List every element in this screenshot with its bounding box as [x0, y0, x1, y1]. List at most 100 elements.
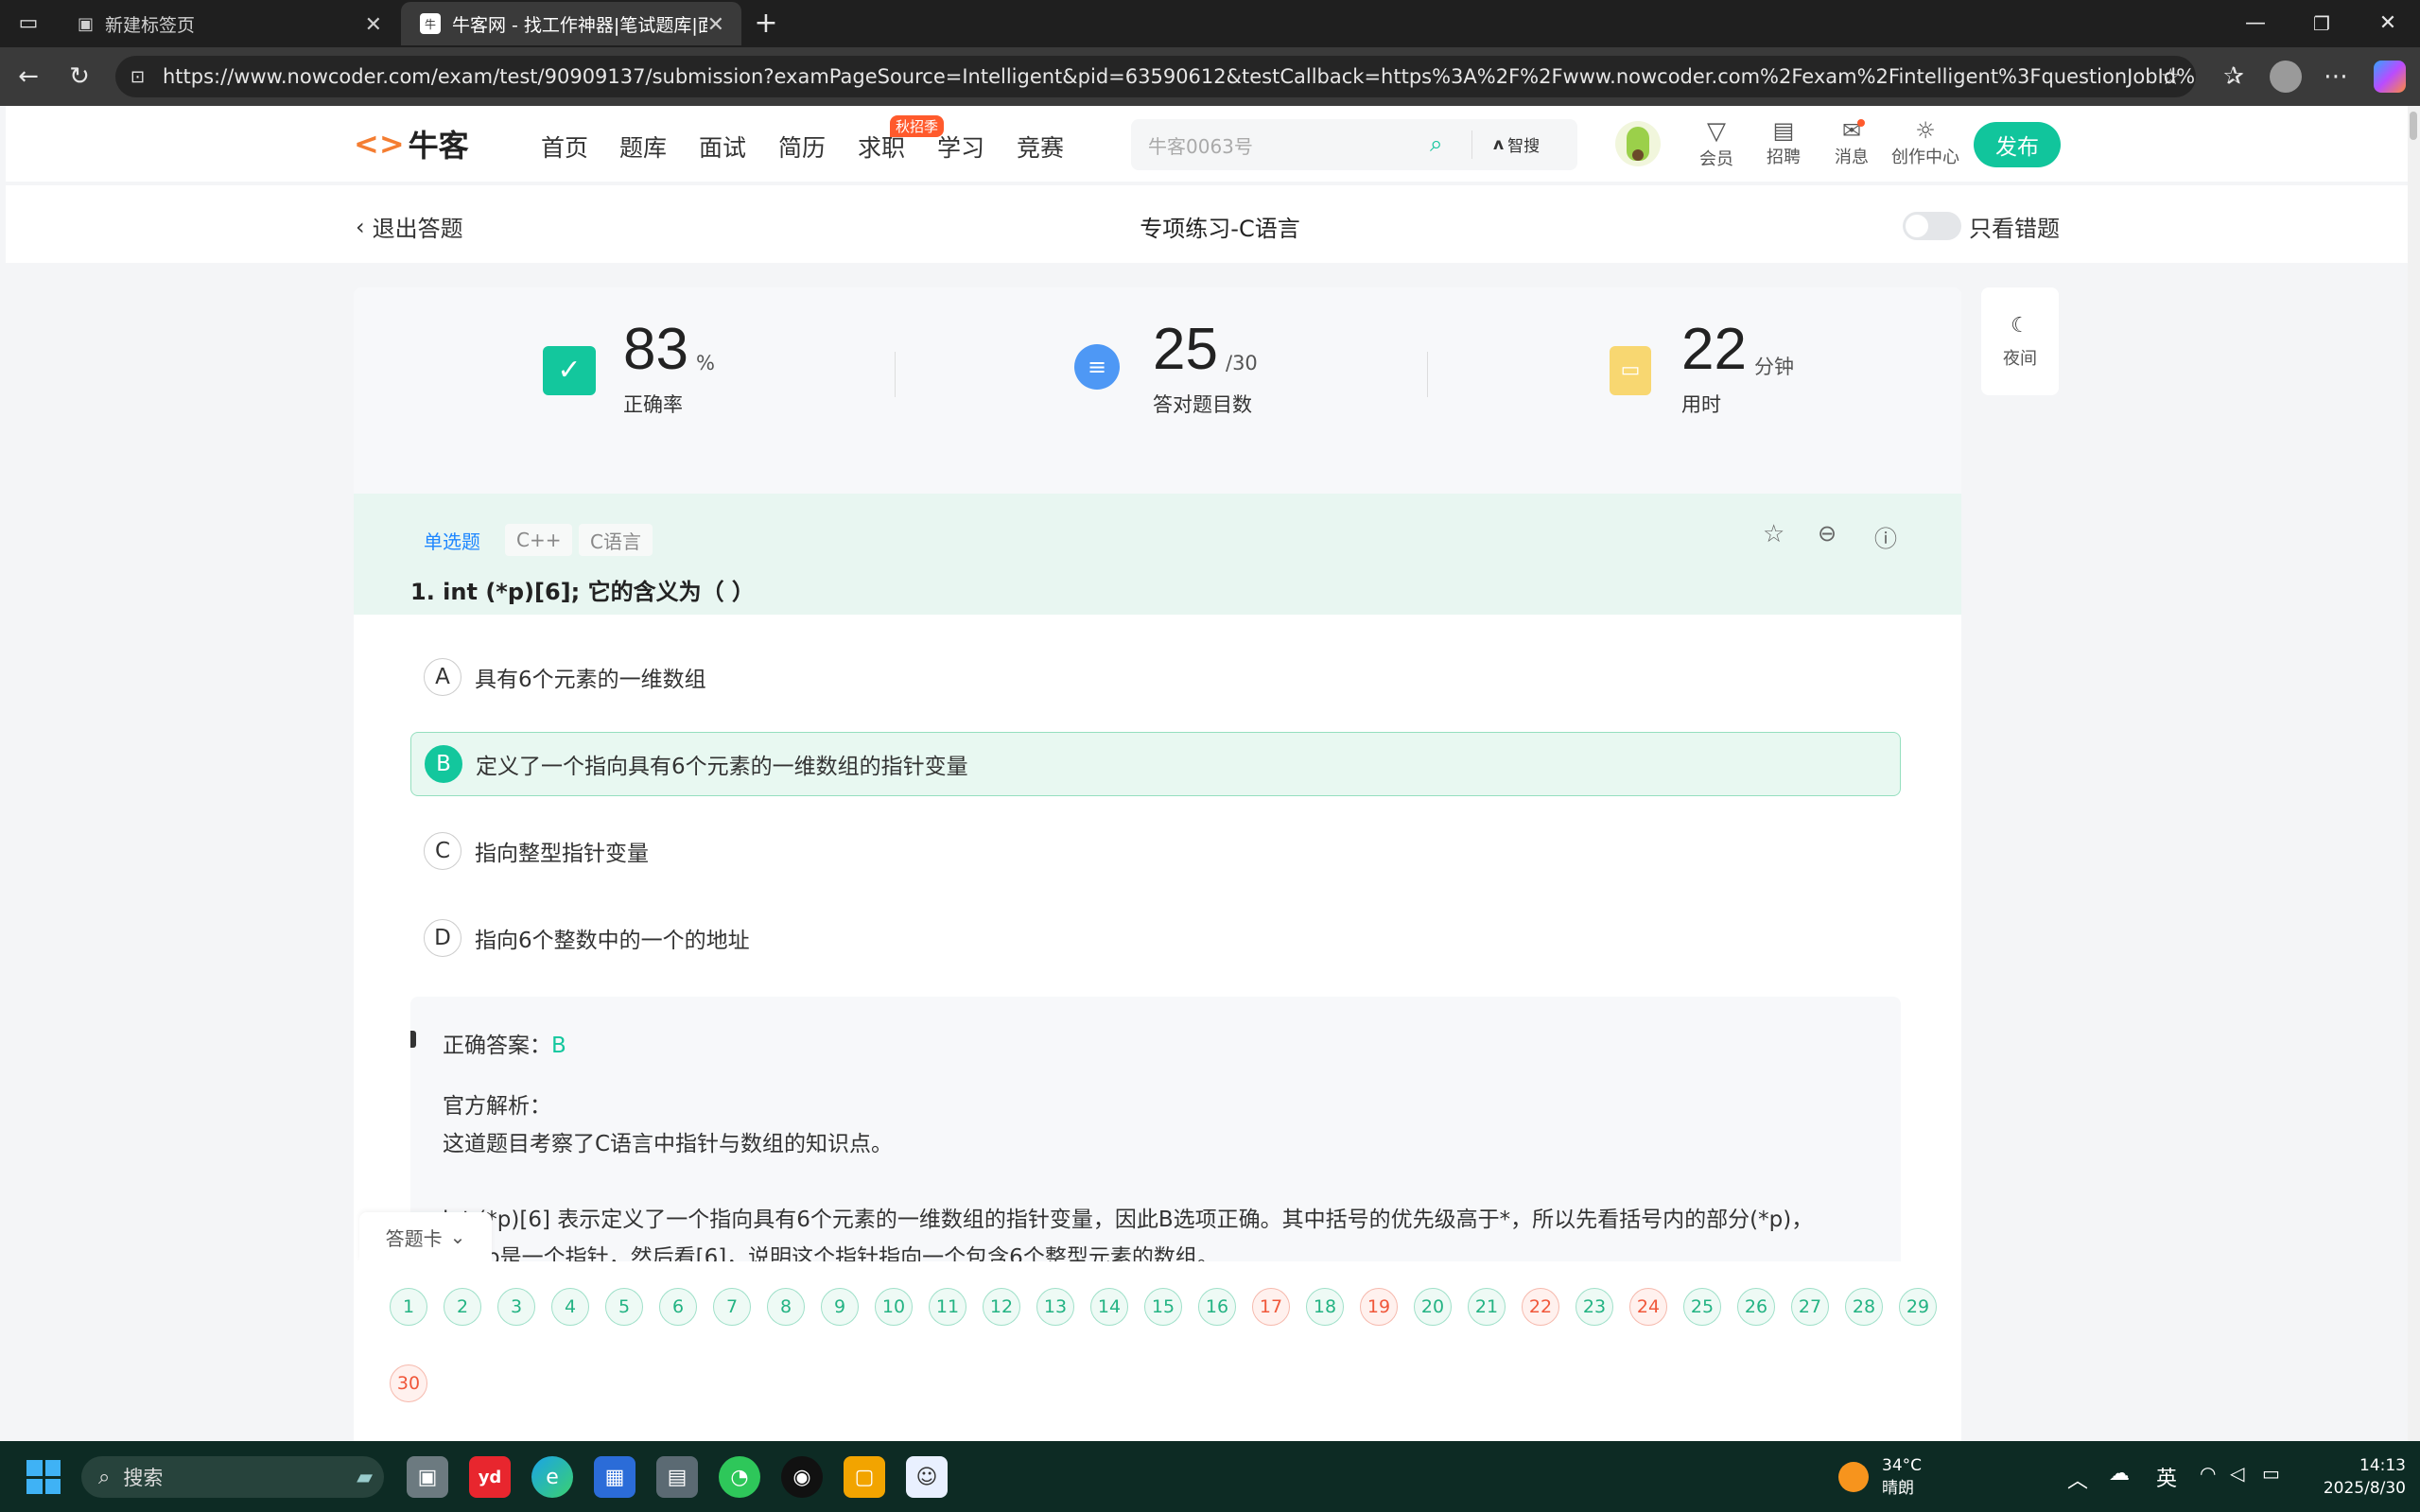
chevron-up-icon[interactable]: ︿ [2067, 1464, 2088, 1494]
nav-learn[interactable]: 学习 [937, 130, 984, 164]
nav-question-bank[interactable]: 题库 [619, 130, 667, 164]
header-vip[interactable]: ▽ 会员 [1679, 117, 1754, 170]
tab-actions-icon[interactable]: ▭ [9, 3, 47, 44]
nav-resume[interactable]: 简历 [778, 130, 826, 164]
nowcoder-logo[interactable]: <> 牛客 [354, 123, 469, 165]
calculator-icon[interactable]: ▤ [656, 1456, 698, 1498]
favorite-star-icon[interactable]: ☆ [2160, 63, 2181, 90]
answer-card-number[interactable]: 9 [821, 1288, 859, 1326]
answer-card-number[interactable]: 27 [1791, 1288, 1829, 1326]
option-d[interactable]: D 指向6个整数中的一个的地址 [410, 906, 1901, 970]
volume-icon[interactable]: ◁ [2230, 1462, 2244, 1485]
answer-card-number[interactable]: 3 [497, 1288, 535, 1326]
answer-card-number[interactable]: 21 [1468, 1288, 1506, 1326]
profile-avatar-icon[interactable] [2270, 61, 2302, 93]
url-bar[interactable]: ⊡ https://www.nowcoder.com/exam/test/909… [115, 56, 2196, 97]
minus-circle-icon[interactable]: ⊖ [1818, 520, 1837, 547]
close-icon[interactable]: ✕ [365, 13, 382, 37]
answer-card-number[interactable]: 28 [1845, 1288, 1883, 1326]
answer-card-number[interactable]: 7 [713, 1288, 751, 1326]
back-icon[interactable]: ← [8, 56, 49, 97]
tab-new[interactable]: ▣ 新建标签页 ✕ [59, 2, 399, 45]
app-avatar-icon[interactable]: ☺ [906, 1456, 948, 1498]
answer-card-number[interactable]: 17 [1252, 1288, 1290, 1326]
restore-button[interactable]: ❐ [2298, 3, 2345, 44]
weather[interactable]: 34°C 晴朗 [1882, 1454, 1922, 1500]
wrong-only-toggle[interactable] [1903, 212, 1961, 240]
answer-card-number[interactable]: 19 [1360, 1288, 1398, 1326]
search-box[interactable]: 牛客0063号 ⌕ ʌ 智搜 [1131, 119, 1577, 170]
exit-label: 退出答题 [372, 216, 463, 242]
nowcoder-favicon-icon: 牛 [420, 13, 441, 34]
header-recruit[interactable]: ▤ 招聘 [1746, 117, 1821, 168]
search-input[interactable]: 牛客0063号 [1148, 131, 1432, 159]
close-icon[interactable]: ✕ [707, 13, 724, 37]
youdao-icon[interactable]: yd [469, 1456, 511, 1498]
answer-card-number[interactable]: 12 [983, 1288, 1020, 1326]
avatar[interactable] [1615, 121, 1661, 166]
new-tab-button[interactable]: + [747, 3, 785, 44]
answer-card-number[interactable]: 26 [1737, 1288, 1775, 1326]
answer-card-number[interactable]: 22 [1522, 1288, 1559, 1326]
answer-card-number[interactable]: 5 [605, 1288, 643, 1326]
url-text: https://www.nowcoder.com/exam/test/90909… [163, 65, 2196, 88]
nav-contest[interactable]: 竞赛 [1017, 130, 1064, 164]
night-mode-button[interactable]: ☾ 夜间 [1981, 287, 2059, 395]
answer-card-number[interactable]: 10 [875, 1288, 913, 1326]
info-icon[interactable]: ⓘ [1874, 520, 1897, 553]
answer-card-number[interactable]: 8 [767, 1288, 805, 1326]
edge-icon[interactable]: e [531, 1456, 573, 1498]
ai-search-button[interactable]: ʌ 智搜 [1493, 132, 1540, 157]
answer-card-number[interactable]: 23 [1576, 1288, 1613, 1326]
scrollbar[interactable] [2408, 106, 2420, 1441]
answer-card-number[interactable]: 24 [1629, 1288, 1667, 1326]
qq-icon[interactable]: ◉ [781, 1456, 823, 1498]
answer-card-number[interactable]: 30 [390, 1364, 427, 1402]
answer-card-number[interactable]: 14 [1090, 1288, 1128, 1326]
answer-card-number[interactable]: 20 [1414, 1288, 1452, 1326]
more-menu-icon[interactable]: ⋯ [2315, 56, 2357, 97]
option-a[interactable]: A 具有6个元素的一维数组 [410, 645, 1901, 709]
refresh-icon[interactable]: ↻ [59, 56, 100, 97]
header-creator[interactable]: ☼ 创作中心 [1882, 117, 1969, 168]
wechat-icon[interactable]: ◔ [719, 1456, 760, 1498]
battery-icon[interactable]: ▭ [2262, 1462, 2280, 1485]
windows-start-icon[interactable] [26, 1460, 61, 1494]
answer-card-number[interactable]: 15 [1144, 1288, 1182, 1326]
answer-card-number[interactable]: 6 [659, 1288, 697, 1326]
answer-card-number[interactable]: 18 [1306, 1288, 1344, 1326]
site-info-icon[interactable]: ⊡ [131, 67, 145, 87]
answer-card-number[interactable]: 16 [1198, 1288, 1236, 1326]
clock[interactable]: 14:13 2025/8/30 [2289, 1454, 2406, 1500]
header-messages[interactable]: ✉ 消息 [1814, 117, 1889, 168]
answer-card-number[interactable]: 2 [444, 1288, 481, 1326]
answer-card-number[interactable]: 11 [929, 1288, 966, 1326]
answer-card-number[interactable]: 25 [1683, 1288, 1721, 1326]
scrollbar-thumb[interactable] [2410, 112, 2417, 140]
taskbar-search[interactable]: ⌕ 搜索 ▰ [81, 1456, 384, 1498]
cloud-icon[interactable]: ☁ [2109, 1462, 2130, 1486]
store-icon[interactable]: ▦ [594, 1456, 635, 1498]
answer-card-number[interactable]: 29 [1899, 1288, 1937, 1326]
nav-home[interactable]: 首页 [541, 130, 588, 164]
remote-desktop-icon[interactable]: ▢ [844, 1456, 885, 1498]
close-window-button[interactable]: ✕ [2364, 3, 2411, 44]
minimize-button[interactable]: — [2232, 3, 2279, 44]
answer-card-tab[interactable]: 答题卡 ⌄ [359, 1212, 492, 1261]
favorites-icon[interactable]: ✰ [2213, 56, 2255, 97]
option-b[interactable]: B 定义了一个指向具有6个元素的一维数组的指针变量 [410, 732, 1901, 796]
exit-exam-button[interactable]: ‹ 退出答题 [356, 210, 463, 243]
wifi-icon[interactable]: ◠ [2200, 1462, 2216, 1485]
ime-indicator[interactable]: 英 [2156, 1462, 2177, 1492]
task-view-icon[interactable]: ▣ [407, 1456, 448, 1498]
nav-interview[interactable]: 面试 [699, 130, 746, 164]
answer-card-number[interactable]: 4 [551, 1288, 589, 1326]
search-icon[interactable]: ⌕ [1430, 130, 1442, 157]
answer-card-number[interactable]: 1 [390, 1288, 427, 1326]
star-icon[interactable]: ☆ [1763, 520, 1785, 548]
tab-nowcoder[interactable]: 牛 牛客网 - 找工作神器|笔试题库|面 ✕ [401, 2, 741, 45]
publish-button[interactable]: 发布 [1974, 122, 2061, 167]
answer-card-number[interactable]: 13 [1036, 1288, 1074, 1326]
option-c[interactable]: C 指向整型指针变量 [410, 819, 1901, 883]
copilot-icon[interactable] [2374, 61, 2406, 93]
